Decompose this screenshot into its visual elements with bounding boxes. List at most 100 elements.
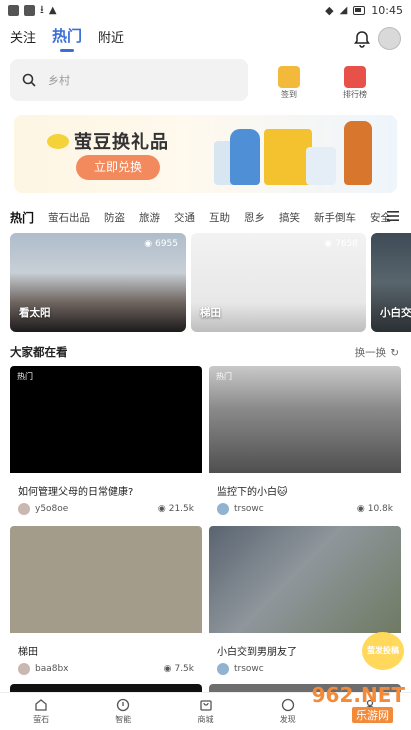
tab-follow[interactable]: 关注 bbox=[10, 27, 36, 52]
feed-card-partial bbox=[10, 684, 202, 692]
category-tab[interactable]: 防盗 bbox=[104, 210, 125, 225]
download-icon: ⭳ bbox=[40, 2, 44, 16]
nav-label: 商城 bbox=[197, 715, 214, 724]
feed-card[interactable]: 热门 监控下的小白🐱 trsowc ◉ 10.8k bbox=[209, 366, 401, 515]
refresh-label: 换一换 bbox=[354, 347, 387, 359]
nav-label: 智能 bbox=[115, 715, 132, 724]
video-title: 看太阳 bbox=[19, 307, 51, 319]
video-thumbnail: 热门 bbox=[10, 366, 202, 473]
nav-mall[interactable]: 商城 bbox=[164, 693, 246, 730]
shop-icon bbox=[199, 700, 212, 711]
category-tabs: 热门 萤石出品 防盗 旅游 交通 互助 恩乡 搞笑 新手倒车 安全 bbox=[10, 206, 411, 228]
section-title: 大家都在看 bbox=[10, 345, 68, 359]
redeem-button[interactable]: 立即兑换 bbox=[76, 155, 160, 180]
user-avatar bbox=[217, 503, 229, 515]
clock: 10:45 bbox=[371, 3, 403, 17]
site-watermark: 962.NET 乐游网 bbox=[311, 683, 405, 723]
nav-label: 萤石 bbox=[33, 715, 50, 724]
eye-icon: ◉ bbox=[157, 504, 166, 514]
username: trsowc bbox=[234, 664, 264, 674]
username: y5o8oe bbox=[35, 504, 69, 514]
feed-card[interactable]: 热门 如何管理父母的日常健康? y5o8oe ◉ 21.5k bbox=[10, 366, 202, 515]
sign-in-label: 签到 bbox=[281, 90, 297, 99]
status-bar: ⭳ ▲ ◆ ◢ 10:45 bbox=[0, 0, 411, 20]
product-image bbox=[264, 129, 312, 185]
category-tab[interactable]: 交通 bbox=[174, 210, 195, 225]
app-notification-icon bbox=[24, 4, 35, 16]
view-count: ◉ 7.5k bbox=[163, 664, 194, 674]
nav-home[interactable]: 萤石 bbox=[0, 693, 82, 730]
feed-title: 如何管理父母的日常健康? bbox=[18, 487, 134, 498]
user-avatar[interactable] bbox=[378, 27, 401, 50]
eye-icon: ◉ bbox=[324, 239, 333, 249]
video-title: 小白交主 bbox=[380, 307, 411, 319]
post-float-button[interactable]: 萤发投稿 bbox=[362, 632, 404, 670]
category-tab[interactable]: 新手倒车 bbox=[314, 210, 356, 225]
category-tab[interactable]: 萤石出品 bbox=[48, 210, 90, 225]
product-image bbox=[306, 147, 336, 185]
ranking-badge-icon bbox=[344, 66, 366, 88]
category-menu-icon[interactable] bbox=[387, 211, 399, 221]
user-avatar bbox=[18, 503, 30, 515]
video-title: 梯田 bbox=[200, 307, 221, 319]
watermark-sub: 乐游网 bbox=[352, 707, 393, 723]
category-tab[interactable]: 旅游 bbox=[139, 210, 160, 225]
refresh-button[interactable]: 换一换 ↻ bbox=[355, 345, 399, 360]
nav-label: 发现 bbox=[279, 715, 296, 724]
promo-banner[interactable]: 萤豆换礼品 立即兑换 bbox=[14, 115, 397, 193]
username: baa8bx bbox=[35, 664, 69, 674]
app-notification-icon bbox=[8, 4, 19, 16]
banner-title: 萤豆换礼品 bbox=[74, 132, 169, 153]
feed-card[interactable]: 梯田 baa8bx ◉ 7.5k bbox=[10, 526, 202, 675]
feed-title: 梯田 bbox=[18, 647, 38, 658]
nav-smart[interactable]: 智能 bbox=[82, 693, 164, 730]
featured-video-card[interactable]: 小白交主 bbox=[371, 233, 411, 332]
ranking-button[interactable]: 排行榜 bbox=[340, 66, 370, 100]
feed-title: 监控下的小白🐱 bbox=[217, 487, 288, 498]
category-tab[interactable]: 恩乡 bbox=[244, 210, 265, 225]
coin-icon bbox=[47, 134, 69, 149]
battery-icon bbox=[353, 5, 366, 15]
watermark-brand: 962.NET bbox=[311, 683, 405, 707]
notification-icons: ⭳ ▲ bbox=[8, 1, 57, 20]
product-image bbox=[230, 129, 260, 185]
refresh-icon: ↻ bbox=[390, 346, 399, 359]
category-tab[interactable]: 热门 bbox=[10, 209, 34, 226]
category-tab[interactable]: 搞笑 bbox=[279, 210, 300, 225]
featured-video-card[interactable]: ◉ 7658 梯田 bbox=[191, 233, 366, 332]
user-avatar bbox=[217, 663, 229, 675]
signal-icon: ◢ bbox=[339, 4, 348, 16]
search-placeholder: 乡村 bbox=[48, 74, 70, 87]
view-count: ◉ 6955 bbox=[144, 239, 178, 249]
sign-in-button[interactable]: 签到 bbox=[274, 66, 304, 100]
product-image bbox=[344, 121, 372, 185]
video-thumbnail bbox=[209, 526, 401, 633]
username: trsowc bbox=[234, 504, 264, 514]
wifi-icon: ◆ bbox=[325, 3, 334, 17]
user-avatar bbox=[18, 663, 30, 675]
featured-video-card[interactable]: ◉ 6955 看太阳 bbox=[10, 233, 186, 332]
discover-icon bbox=[281, 698, 294, 712]
home-icon bbox=[35, 699, 47, 711]
smart-icon bbox=[117, 698, 130, 712]
view-count: ◉ 21.5k bbox=[157, 504, 194, 514]
category-tab[interactable]: 互助 bbox=[209, 210, 230, 225]
featured-video-carousel[interactable]: ◉6955 看太阳 ◉7658 梯田 小白交主 bbox=[10, 233, 411, 332]
hot-badge: 热门 bbox=[17, 372, 33, 381]
eye-icon: ◉ bbox=[144, 239, 153, 249]
eye-icon: ◉ bbox=[163, 664, 172, 674]
video-thumbnail: 热门 bbox=[209, 366, 401, 473]
search-input[interactable]: 乡村 bbox=[10, 59, 248, 101]
tab-hot[interactable]: 热门 bbox=[52, 25, 82, 52]
bell-icon[interactable] bbox=[353, 30, 371, 48]
view-count: ◉ 10.8k bbox=[356, 504, 393, 514]
app-notification-icon: ▲ bbox=[48, 4, 57, 16]
ranking-label: 排行榜 bbox=[343, 90, 367, 99]
search-icon bbox=[22, 73, 36, 87]
view-count: ◉ 7658 bbox=[324, 239, 358, 249]
video-thumbnail bbox=[10, 526, 202, 633]
tab-nearby[interactable]: 附近 bbox=[98, 27, 124, 52]
hot-badge: 热门 bbox=[216, 372, 232, 381]
eye-icon: ◉ bbox=[356, 504, 365, 514]
top-nav: 关注 热门 附近 bbox=[0, 24, 411, 52]
